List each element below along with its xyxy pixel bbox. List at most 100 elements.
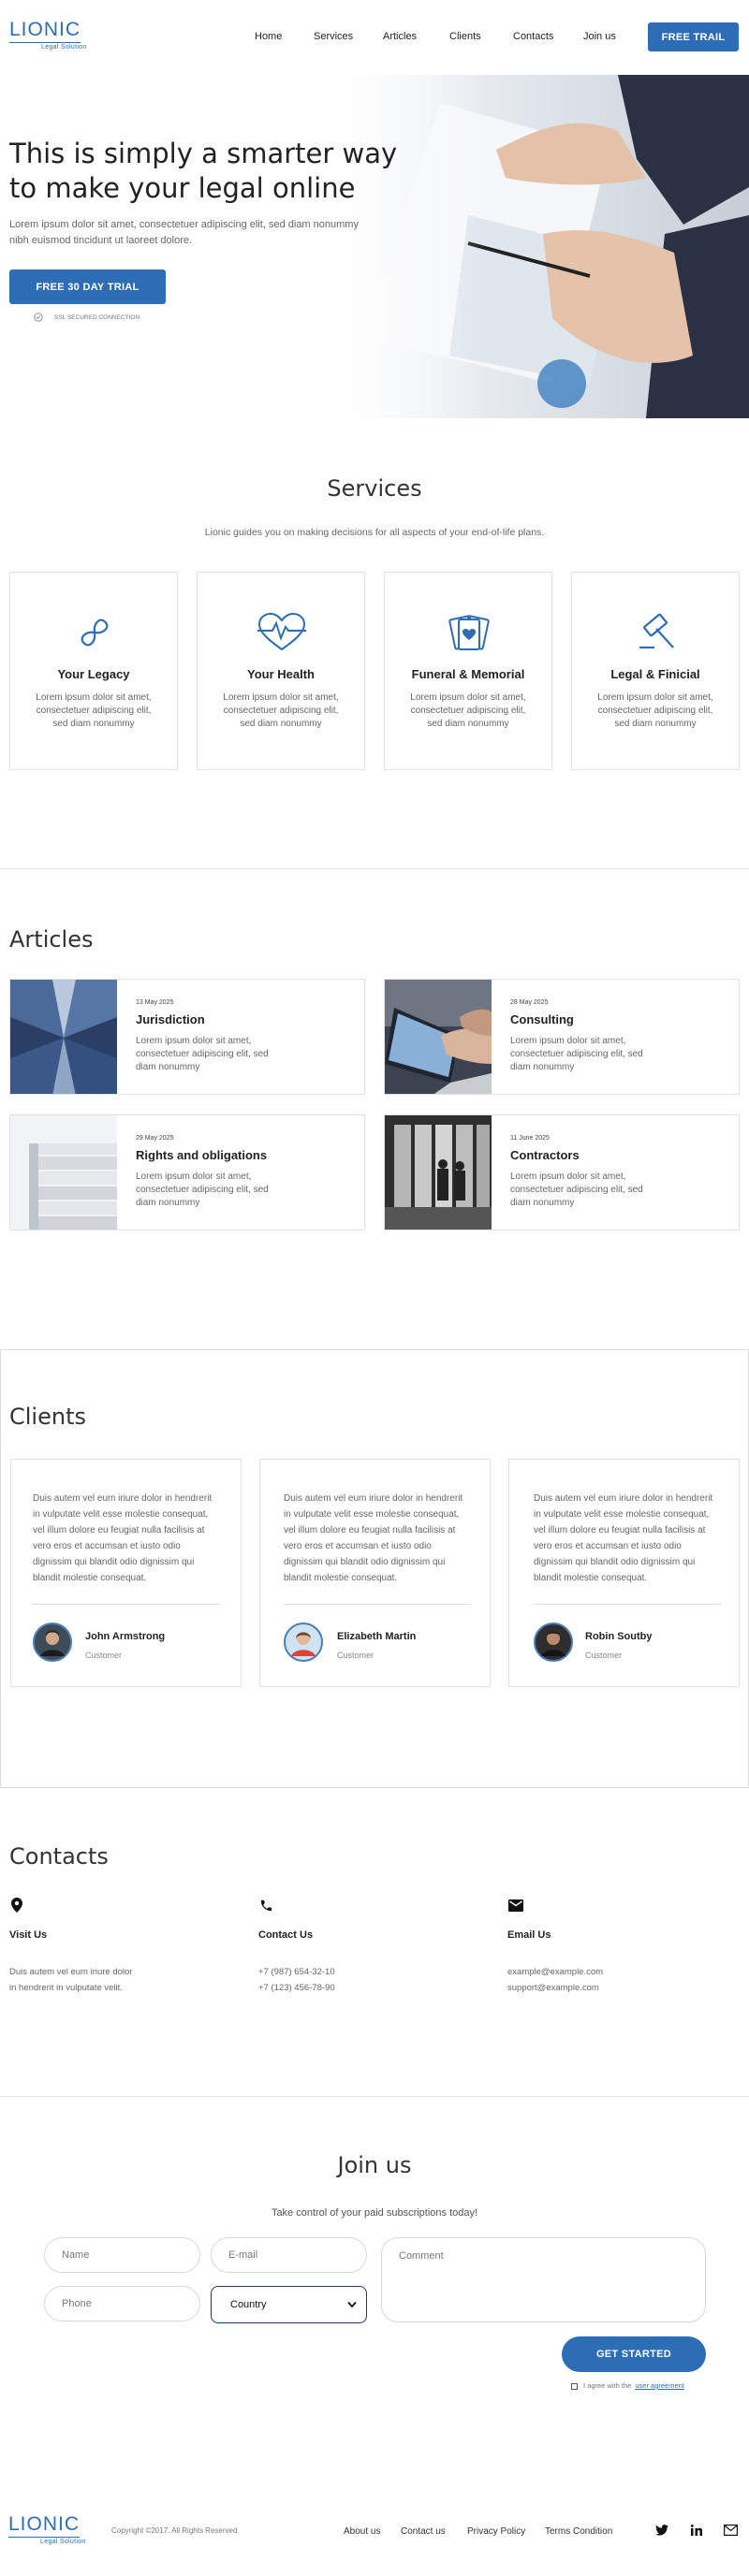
article-desc-line3: diam nonummy xyxy=(136,1198,200,1208)
client-role: Customer xyxy=(585,1651,623,1660)
article-card-jurisdiction[interactable]: 13 May 2025 Jurisdiction Lorem ipsum dol… xyxy=(9,979,365,1095)
testimonial-line: blandit molestie consequat. xyxy=(33,1573,147,1583)
testimonial-line: in vulputate velit esse molestie consequ… xyxy=(284,1509,460,1520)
logo-text: LIONIC xyxy=(9,19,81,40)
divider xyxy=(0,868,749,869)
footer-about-us[interactable]: About us xyxy=(344,2526,380,2537)
nav-articles[interactable]: Articles xyxy=(383,31,417,42)
services-subtitle: Lionic guides you on making decisions fo… xyxy=(204,527,545,538)
email-address-1[interactable]: example@example.com xyxy=(507,1964,603,1980)
testimonial-line: Duis autem vel eum iriure dolor in hendr… xyxy=(534,1493,713,1504)
documents-photo xyxy=(10,1115,117,1230)
footer-contact-us[interactable]: Contact us xyxy=(401,2526,446,2537)
service-desc-line2: consectetuer adipiscing elit, xyxy=(410,706,526,716)
office-people-photo xyxy=(385,1115,492,1230)
email-input[interactable]: E-mail xyxy=(211,2237,367,2273)
divider xyxy=(0,2096,749,2097)
testimonial-line: vero eros et accumsan et iusto odio xyxy=(33,1541,181,1551)
testimonial-text: Duis autem vel eum iriure dolor in hendr… xyxy=(284,1491,463,1586)
testimonial-line: in vulputate velit esse molestie consequ… xyxy=(534,1509,710,1520)
article-title[interactable]: Jurisdiction xyxy=(136,1012,205,1026)
article-card-rights[interactable]: 29 May 2025 Rights and obligations Lorem… xyxy=(9,1114,365,1230)
site-header: LIONIC Legal Solution Home Services Arti… xyxy=(0,0,749,75)
join-us-subtitle: Take control of your paid subscriptions … xyxy=(271,2207,478,2219)
nav-clients[interactable]: Clients xyxy=(449,31,481,42)
logo-underline xyxy=(8,2537,80,2538)
service-card-health[interactable]: Your Health Lorem ipsum dolor sit amet, … xyxy=(197,572,365,770)
service-desc-line3: sed diam nonummy xyxy=(614,719,697,729)
testimonial-divider xyxy=(284,1604,471,1605)
footer-terms-condition[interactable]: Terms Condition xyxy=(545,2526,612,2537)
testimonial-line: blandit molestie consequat. xyxy=(534,1573,648,1583)
twitter-icon[interactable] xyxy=(655,2525,668,2536)
nav-services[interactable]: Services xyxy=(314,31,353,42)
nav-contacts[interactable]: Contacts xyxy=(513,31,553,42)
phone-input[interactable]: Phone xyxy=(44,2286,200,2321)
linkedin-icon[interactable] xyxy=(691,2525,702,2536)
testimonial-card: Duis autem vel eum iriure dolor in hendr… xyxy=(508,1459,740,1687)
envelope-icon xyxy=(508,1899,523,1912)
service-card-funeral[interactable]: Funeral & Memorial Lorem ipsum dolor sit… xyxy=(384,572,552,770)
service-card-legal[interactable]: Legal & Finicial Lorem ipsum dolor sit a… xyxy=(571,572,740,770)
phone-number-2[interactable]: +7 (123) 456-78-90 xyxy=(258,1980,335,1996)
shield-check-icon xyxy=(34,313,43,322)
nav-join-us[interactable]: Join us xyxy=(583,31,616,42)
comment-textarea[interactable]: Comment xyxy=(381,2237,706,2322)
hero-title-line2: to make your legal online xyxy=(9,172,356,204)
avatar xyxy=(284,1623,323,1662)
testimonial-line: vel illum dolore eu feugiat nulla facili… xyxy=(284,1525,456,1535)
gavel-icon xyxy=(639,613,674,649)
service-desc-line3: sed diam nonummy xyxy=(240,719,322,729)
article-desc-line3: diam nonummy xyxy=(510,1062,575,1072)
free-trial-button[interactable]: FREE TRAIL xyxy=(648,22,739,51)
get-started-button[interactable]: GET STARTED xyxy=(562,2336,706,2372)
article-desc-line3: diam nonummy xyxy=(136,1062,200,1072)
nav-home[interactable]: Home xyxy=(255,31,282,42)
testimonial-line: Duis autem vel eum iriure dolor in hendr… xyxy=(284,1493,463,1504)
service-card-legacy[interactable]: Your Legacy Lorem ipsum dolor sit amet, … xyxy=(9,572,178,770)
logo[interactable]: LIONIC Legal Solution xyxy=(9,19,87,51)
service-desc-line1: Lorem ipsum dolor sit amet, xyxy=(410,692,526,703)
logo-underline xyxy=(9,42,81,43)
mail-icon[interactable] xyxy=(724,2525,738,2536)
article-card-contractors[interactable]: 11 June 2025 Contractors Lorem ipsum dol… xyxy=(384,1114,740,1230)
client-name: John Armstrong xyxy=(85,1631,166,1642)
article-title[interactable]: Rights and obligations xyxy=(136,1148,267,1162)
testimonial-line: in vulputate velit esse molestie consequ… xyxy=(33,1509,209,1520)
testimonial-card: Duis autem vel eum iriure dolor in hendr… xyxy=(10,1459,242,1687)
phone-icon xyxy=(260,1899,272,1912)
contacts-title: Contacts xyxy=(9,1843,109,1870)
user-agreement-link[interactable]: user agreement xyxy=(635,2381,684,2390)
testimonial-text: Duis autem vel eum iriure dolor in hendr… xyxy=(534,1491,712,1586)
footer-privacy-policy[interactable]: Privacy Policy xyxy=(467,2526,525,2537)
memorial-cards-icon xyxy=(448,615,490,650)
testimonial-text: Duis autem vel eum iriure dolor in hendr… xyxy=(33,1491,212,1586)
article-date: 11 June 2025 xyxy=(510,1135,550,1142)
free-30-day-trial-button[interactable]: FREE 30 DAY TRIAL xyxy=(9,269,166,304)
phone-number-1[interactable]: +7 (987) 654-32-10 xyxy=(258,1964,335,1980)
service-desc-line1: Lorem ipsum dolor sit amet, xyxy=(223,692,339,703)
article-desc-line3: diam nonummy xyxy=(510,1198,575,1208)
laptop-photo xyxy=(385,980,492,1094)
article-card-consulting[interactable]: 28 May 2025 Consulting Lorem ipsum dolor… xyxy=(384,979,740,1095)
logo-text: LIONIC xyxy=(8,2513,81,2535)
service-desc-line2: consectetuer adipiscing elit, xyxy=(223,706,339,716)
join-us-title: Join us xyxy=(337,2152,412,2178)
footer-logo[interactable]: LIONIC Legal Solution xyxy=(8,2513,86,2545)
agree-checkbox[interactable] xyxy=(571,2383,578,2390)
service-desc-line2: consectetuer adipiscing elit, xyxy=(36,706,152,716)
agree-label: I agree with the user agreement xyxy=(583,2381,684,2390)
service-name: Legal & Finicial xyxy=(610,667,700,681)
email-address-2[interactable]: support@example.com xyxy=(507,1980,599,1996)
name-input[interactable]: Name xyxy=(44,2237,200,2273)
client-name: Elizabeth Martin xyxy=(337,1631,417,1642)
article-desc-line1: Lorem ipsum dolor sit amet, xyxy=(510,1036,626,1046)
country-select[interactable]: Country xyxy=(211,2286,367,2323)
clients-title: Clients xyxy=(9,1404,86,1430)
service-name: Your Legacy xyxy=(57,667,130,681)
avatar xyxy=(534,1623,573,1662)
visit-us-heading: Visit Us xyxy=(9,1929,48,1941)
article-title[interactable]: Consulting xyxy=(510,1012,574,1026)
article-title[interactable]: Contractors xyxy=(510,1148,580,1162)
articles-title: Articles xyxy=(9,926,94,953)
